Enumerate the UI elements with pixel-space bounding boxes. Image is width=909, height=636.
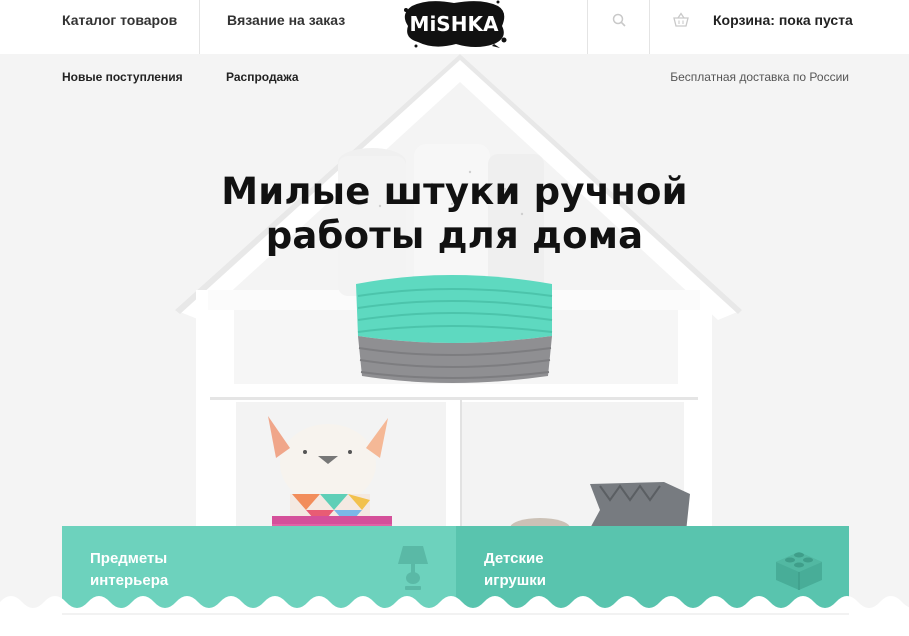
lego-brick-icon [776,552,822,590]
secondary-nav: Новые поступления Распродажа Бесплатная … [0,54,909,100]
nav-sale-link[interactable]: Распродажа [226,70,299,84]
logo-text: MiSHKA [410,12,499,36]
hero-title-line: работы для дома [265,214,644,257]
category-label-line: Предметы [90,550,168,567]
cart-status-label: Корзина: пока пуста [713,12,853,28]
category-label: Предметы интерьера [90,548,210,592]
free-delivery-note: Бесплатная доставка по России [670,70,849,84]
nav-new-arrivals-link[interactable]: Новые поступления [62,70,183,84]
cart-button[interactable]: Корзина: пока пуста [673,0,853,54]
category-label: Детские игрушки [484,548,604,592]
category-label-line: игрушки [484,572,547,589]
logo-ink-blot: MiSHKA [404,0,507,48]
hero-title-line: Милые штуки ручной [221,170,688,213]
lamp-icon [398,546,428,590]
hero-title: Милые штуки ручной работы для дома [0,170,909,258]
header-divider [649,0,650,54]
header-divider [199,0,200,54]
basket-icon [673,12,689,27]
search-button[interactable] [588,0,650,54]
search-icon [612,13,626,27]
nav-custom-order-link[interactable]: Вязание на заказ [227,0,345,54]
category-label-line: интерьера [90,572,169,589]
logo[interactable]: MiSHKA [398,0,510,48]
wave-divider [0,596,909,636]
nav-catalog-link[interactable]: Каталог товаров [62,0,177,54]
site-header: Каталог товаров Вязание на заказ MiSHKA … [0,0,909,54]
category-label-line: Детские [484,550,544,567]
